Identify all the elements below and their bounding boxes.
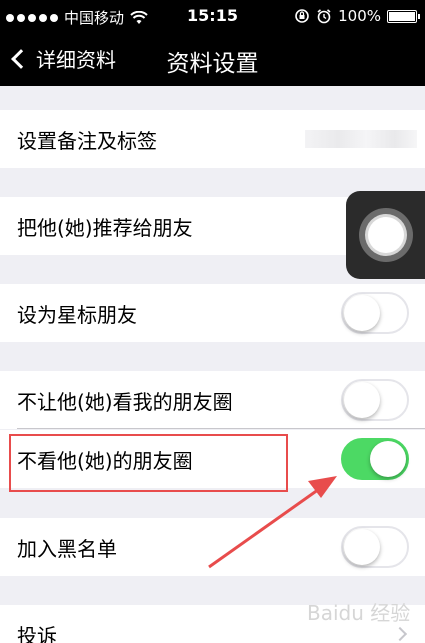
status-bar: 中国移动 15:15 100%: [0, 0, 425, 32]
chevron-right-icon: [392, 626, 408, 642]
toggle-knob: [344, 382, 380, 418]
row-hide-their-moments: 不看他(她)的朋友圈: [0, 430, 425, 488]
toggle-knob: [370, 441, 406, 477]
battery-percent: 100%: [338, 7, 381, 25]
row-star-friend: 设为星标朋友: [0, 284, 425, 342]
row-blacklist: 加入黑名单: [0, 518, 425, 576]
battery-icon: [387, 9, 420, 23]
row-hide-my-moments: 不让他(她)看我的朋友圈: [0, 371, 425, 429]
row-remark-tags[interactable]: 设置备注及标签: [0, 110, 425, 168]
lock-rotation-icon: [295, 9, 309, 23]
blacklist-toggle[interactable]: [341, 526, 409, 568]
row-label: 不看他(她)的朋友圈: [17, 448, 193, 473]
navigation-bar: 详细资料 资料设置: [0, 32, 425, 86]
row-label: 投诉: [17, 623, 57, 643]
row-report[interactable]: 投诉: [0, 605, 425, 643]
row-label: 加入黑名单: [17, 536, 117, 561]
toggle-knob: [344, 295, 380, 331]
page-title: 资料设置: [166, 51, 259, 77]
row-separator: [17, 428, 425, 429]
battery-fill: [389, 11, 415, 21]
row-label: 不让他(她)看我的朋友圈: [17, 389, 233, 414]
hide-their-moments-toggle[interactable]: [341, 438, 409, 480]
blurred-value: [305, 130, 417, 148]
assistive-touch-icon[interactable]: [346, 191, 425, 279]
row-label: 把他(她)推荐给朋友: [17, 215, 193, 240]
status-right: 100%: [294, 7, 420, 25]
toggle-knob: [344, 529, 380, 565]
row-label: 设置备注及标签: [17, 128, 157, 153]
row-label: 设为星标朋友: [17, 302, 137, 327]
hide-my-moments-toggle[interactable]: [341, 379, 409, 421]
alarm-icon: [317, 9, 331, 24]
star-friend-toggle[interactable]: [341, 292, 409, 334]
